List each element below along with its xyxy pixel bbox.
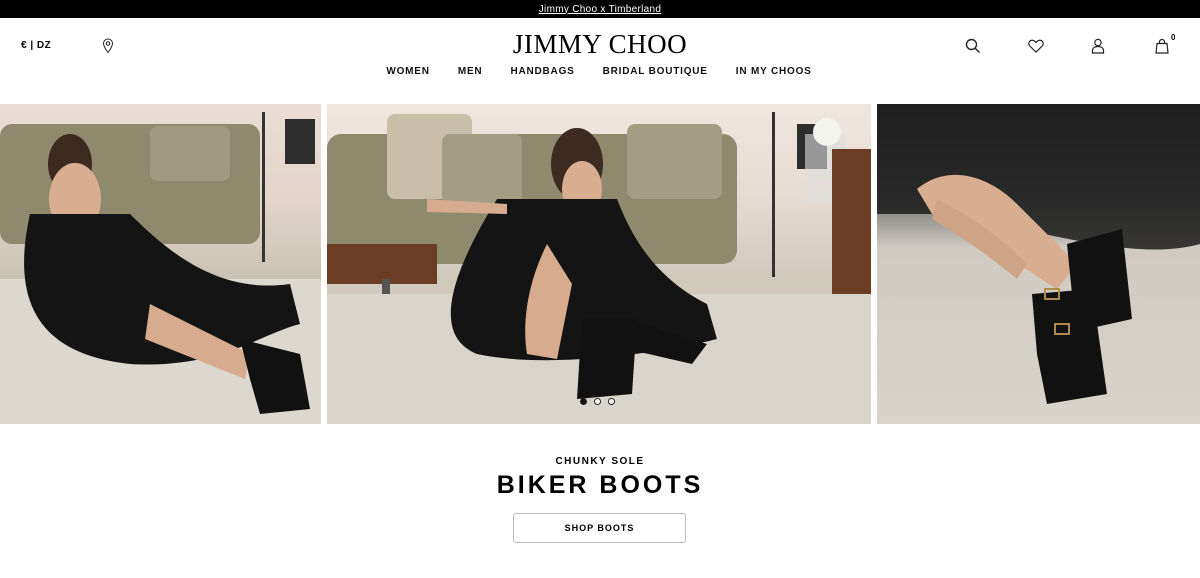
slide-2-image xyxy=(327,112,871,424)
account-icon[interactable] xyxy=(1089,37,1107,55)
slide-3-image xyxy=(877,104,1200,404)
nav-item-men[interactable]: MEN xyxy=(458,66,483,77)
promo-headline: BIKER BOOTS xyxy=(496,471,704,499)
carousel-dot-2[interactable] xyxy=(594,398,601,405)
carousel-dot-1[interactable] xyxy=(580,398,587,405)
carousel-slide-3[interactable] xyxy=(877,104,1200,424)
announcement-bar: Jimmy Choo x Timberland xyxy=(0,0,1200,18)
hero-carousel[interactable] xyxy=(0,104,1200,424)
bag-count-badge: 0 xyxy=(1171,33,1176,42)
slide-1-image xyxy=(0,112,321,424)
promo-kicker: CHUNKY SOLE xyxy=(555,456,645,467)
nav-item-in-my-choos[interactable]: IN MY CHOOS xyxy=(736,66,812,77)
brand-logo[interactable]: JIMMY CHOO xyxy=(0,29,1200,60)
carousel-slide-1[interactable] xyxy=(0,104,321,424)
nav-item-women[interactable]: WOMEN xyxy=(386,66,429,77)
carousel-dots xyxy=(580,398,615,405)
search-icon[interactable] xyxy=(964,37,982,55)
announcement-link[interactable]: Jimmy Choo x Timberland xyxy=(539,4,662,15)
shopping-bag-icon[interactable] xyxy=(1153,37,1171,55)
carousel-dot-3[interactable] xyxy=(608,398,615,405)
shop-boots-button[interactable]: SHOP BOOTS xyxy=(513,513,686,543)
nav-item-handbags[interactable]: HANDBAGS xyxy=(510,66,574,77)
main-nav: WOMEN MEN HANDBAGS BRIDAL BOUTIQUE IN MY… xyxy=(0,66,1200,77)
carousel-slide-2[interactable] xyxy=(327,104,871,424)
nav-item-bridal-boutique[interactable]: BRIDAL BOUTIQUE xyxy=(603,66,708,77)
heart-icon[interactable] xyxy=(1027,37,1045,55)
site-header: € | DZ JIMMY CHOO WOMEN MEN HANDBAGS BRI… xyxy=(0,18,1200,104)
